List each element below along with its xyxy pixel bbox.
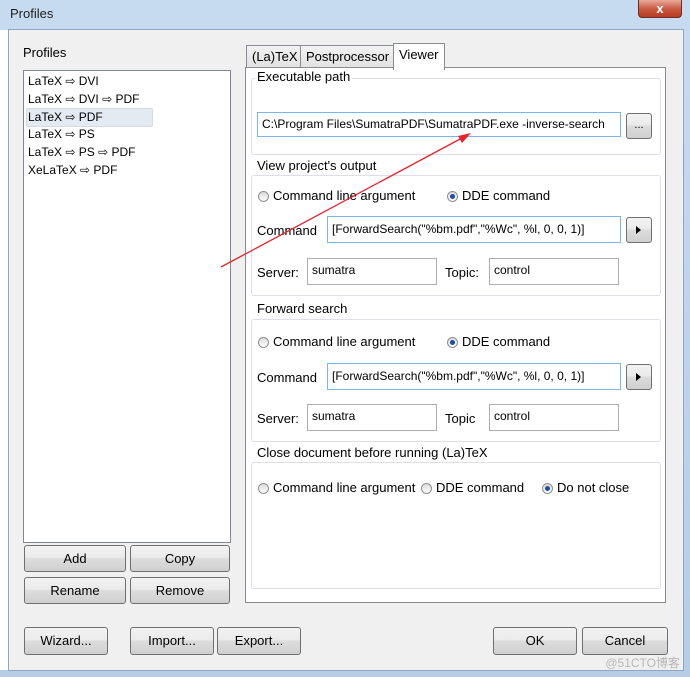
forward-search-radio-dde[interactable] (447, 337, 458, 348)
profile-item-latex-dvi[interactable]: LaTeX ⇨ DVI (27, 73, 103, 90)
close-document-title: Close document before running (La)TeX (255, 445, 490, 460)
close-button[interactable]: x (638, 0, 682, 18)
view-output-command-menu-button[interactable] (626, 217, 652, 243)
view-output-radio-cmd-label[interactable]: Command line argument (273, 188, 415, 203)
view-output-server-label: Server: (257, 265, 299, 280)
ok-button[interactable]: OK (493, 627, 577, 655)
cancel-button[interactable]: Cancel (582, 627, 668, 655)
profile-item-latex-dvi-pdf[interactable]: LaTeX ⇨ DVI ⇨ PDF (27, 91, 143, 108)
profile-item-latex-pdf[interactable]: LaTeX ⇨ PDF (26, 108, 153, 127)
view-output-topic-input[interactable]: control (489, 258, 619, 285)
profile-item-latex-ps-pdf[interactable]: LaTeX ⇨ PS ⇨ PDF (27, 144, 139, 161)
profile-item-latex-ps[interactable]: LaTeX ⇨ PS (27, 126, 99, 143)
chevron-right-icon (636, 226, 641, 234)
forward-search-topic-label: Topic (445, 411, 476, 426)
export-button[interactable]: Export... (217, 627, 301, 655)
profile-item-xelatex-pdf[interactable]: XeLaTeX ⇨ PDF (27, 162, 121, 179)
forward-search-radio-dde-label[interactable]: DDE command (462, 334, 550, 349)
wizard-button[interactable]: Wizard... (24, 627, 108, 655)
profiles-label: Profiles (23, 45, 67, 60)
view-output-topic-label: Topic: (445, 265, 479, 280)
tab-viewer[interactable]: Viewer (393, 43, 445, 70)
forward-search-radio-cmd-label[interactable]: Command line argument (273, 334, 415, 349)
add-profile-button[interactable]: Add (24, 545, 126, 572)
tab-postprocessor[interactable]: Postprocessor (300, 45, 396, 69)
view-output-title: View project's output (255, 158, 379, 173)
forward-search-topic-input[interactable]: control (489, 404, 619, 431)
forward-search-radio-cmd[interactable] (258, 337, 269, 348)
close-doc-radio-cmd-label[interactable]: Command line argument (273, 480, 415, 495)
view-output-command-label: Command (257, 223, 317, 238)
forward-search-command-label: Command (257, 370, 317, 385)
close-doc-radio-noclose[interactable] (542, 483, 553, 494)
import-button[interactable]: Import... (130, 627, 214, 655)
view-output-radio-cmd[interactable] (258, 191, 269, 202)
browse-button[interactable]: ... (626, 113, 652, 139)
tab-latex[interactable]: (La)TeX (246, 45, 304, 69)
view-output-radio-dde[interactable] (447, 191, 458, 202)
copy-profile-button[interactable]: Copy (130, 545, 230, 572)
forward-search-server-label: Server: (257, 411, 299, 426)
forward-search-command-input[interactable]: [ForwardSearch("%bm.pdf","%Wc", %l, 0, 0… (327, 363, 621, 390)
profile-list[interactable]: LaTeX ⇨ DVI LaTeX ⇨ DVI ⇨ PDF LaTeX ⇨ PD… (23, 70, 231, 543)
view-output-server-input[interactable]: sumatra (307, 258, 437, 285)
chevron-right-icon (636, 373, 641, 381)
close-doc-radio-noclose-label[interactable]: Do not close (557, 480, 629, 495)
close-doc-radio-dde[interactable] (421, 483, 432, 494)
watermark: @51CTO博客 (605, 656, 680, 670)
view-output-radio-dde-label[interactable]: DDE command (462, 188, 550, 203)
background-page-strip (0, 30, 8, 670)
forward-search-title: Forward search (255, 301, 350, 316)
executable-path-title: Executable path (255, 69, 353, 84)
forward-search-server-input[interactable]: sumatra (307, 404, 437, 431)
close-doc-radio-cmd[interactable] (258, 483, 269, 494)
executable-path-input[interactable]: C:\Program Files\SumatraPDF\SumatraPDF.e… (257, 112, 621, 137)
window-title: Profiles (10, 6, 54, 21)
viewer-tab-panel: Executable path C:\Program Files\Sumatra… (245, 67, 666, 603)
remove-profile-button[interactable]: Remove (130, 577, 230, 604)
view-output-command-input[interactable]: [ForwardSearch("%bm.pdf","%Wc", %l, 0, 0… (327, 216, 621, 243)
rename-profile-button[interactable]: Rename (24, 577, 126, 604)
close-doc-radio-dde-label[interactable]: DDE command (436, 480, 524, 495)
forward-search-command-menu-button[interactable] (626, 364, 652, 390)
